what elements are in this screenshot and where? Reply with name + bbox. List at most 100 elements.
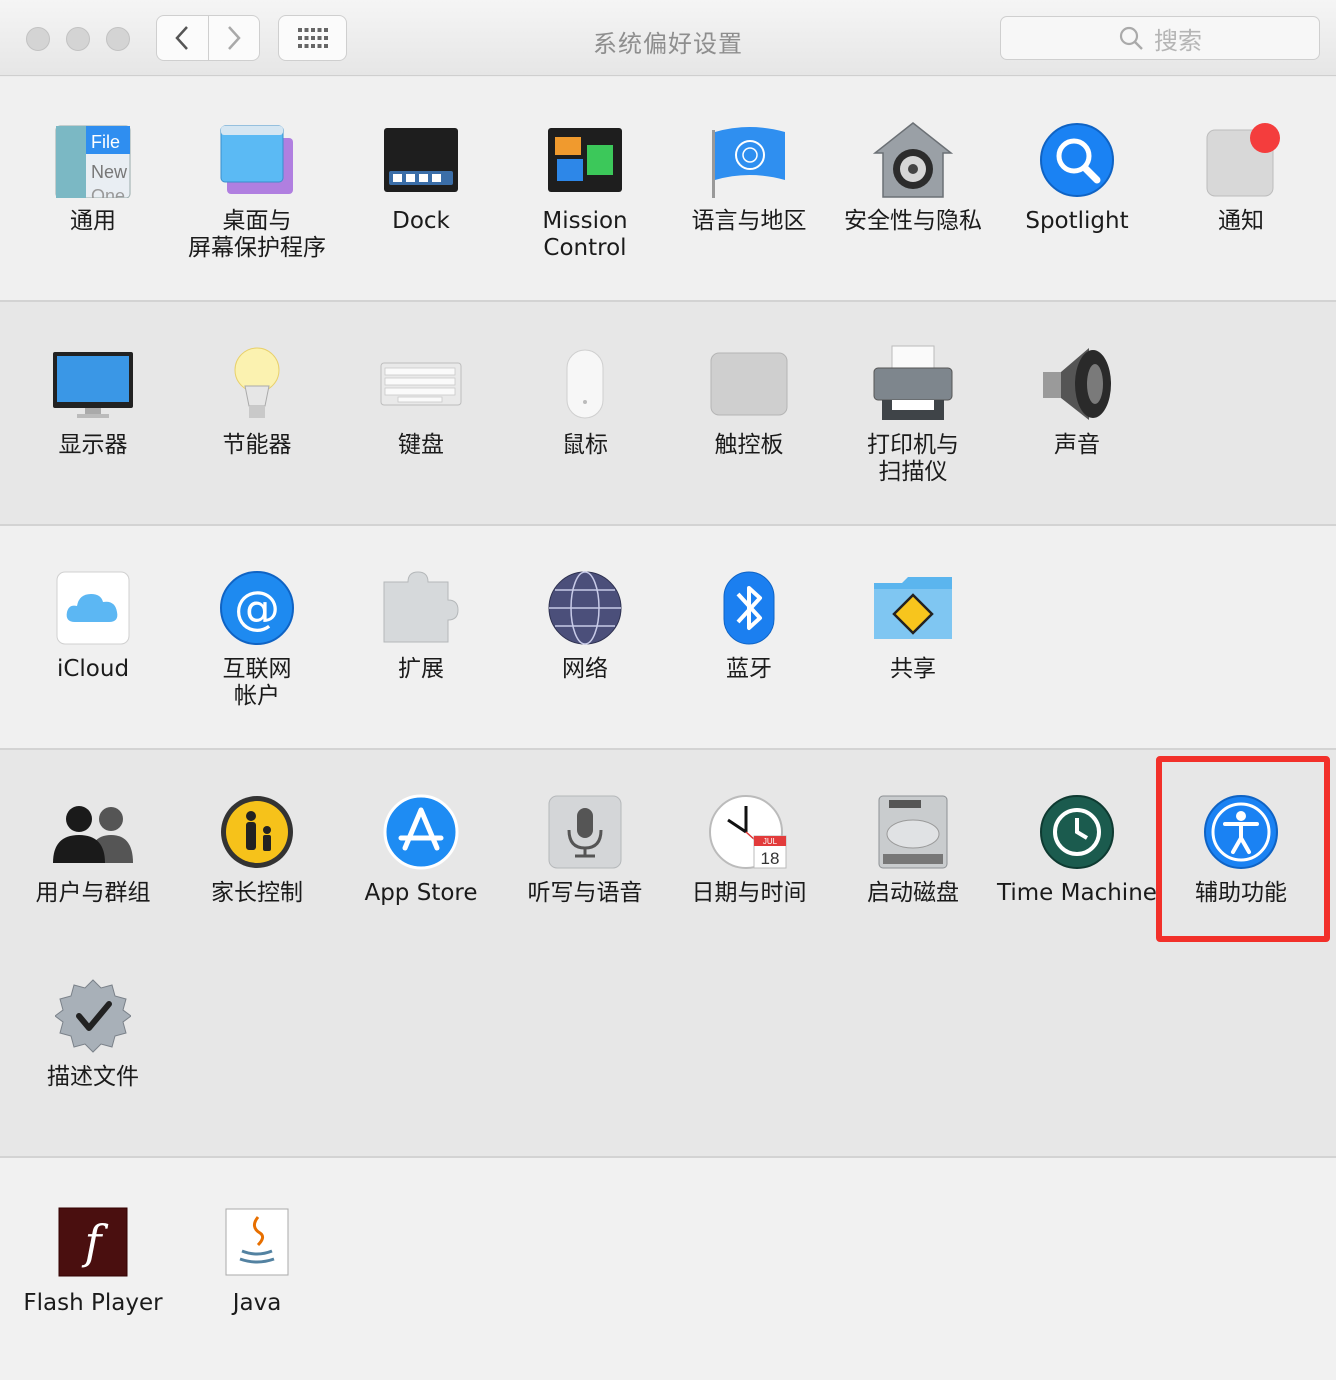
pane-label: 触控板 <box>714 432 784 458</box>
search-field[interactable]: 搜索 <box>1000 16 1320 60</box>
close-button[interactable] <box>26 27 50 51</box>
pane-label: 桌面与 屏幕保护程序 <box>188 208 326 261</box>
pane-label: Java <box>232 1290 282 1316</box>
pane-label: 启动磁盘 <box>867 880 959 906</box>
pane-energy-saver[interactable]: 节能器 <box>175 342 339 459</box>
pane-label: iCloud <box>56 656 130 682</box>
pane-extensions[interactable]: 扩展 <box>339 566 503 683</box>
pane-desktop-screensaver[interactable]: 桌面与 屏幕保护程序 <box>175 118 339 262</box>
hard-disk-icon <box>871 790 955 874</box>
back-button[interactable] <box>157 16 208 60</box>
pane-label: Mission Control <box>542 208 628 261</box>
show-all-button[interactable] <box>278 15 347 61</box>
pane-label: 鼠标 <box>562 432 608 458</box>
highlight-box <box>1156 756 1330 942</box>
chevron-left-icon <box>175 26 189 50</box>
puzzle-piece-icon <box>379 566 463 650</box>
profiles-badge-icon <box>51 974 135 1058</box>
sharing-folder-icon <box>871 566 955 650</box>
pane-profiles[interactable]: 描述文件 <box>11 974 175 1091</box>
pane-dictation-speech[interactable]: 听写与语音 <box>503 790 667 907</box>
pane-label: 通知 <box>1218 208 1264 234</box>
zoom-button[interactable] <box>106 27 130 51</box>
pane-label: Spotlight <box>1025 208 1129 234</box>
search-placeholder: 搜索 <box>1154 26 1202 55</box>
pane-dock[interactable]: Dock <box>339 118 503 235</box>
pane-label: 通用 <box>70 208 116 234</box>
back-forward-control <box>156 15 260 61</box>
security-house-icon <box>871 118 955 202</box>
pane-bluetooth[interactable]: 蓝牙 <box>667 566 831 683</box>
svg-text:One: One <box>91 186 125 198</box>
pane-label: 显示器 <box>58 432 128 458</box>
pane-trackpad[interactable]: 触控板 <box>667 342 831 459</box>
pane-mission-control[interactable]: Mission Control <box>503 118 667 262</box>
microphone-icon <box>543 790 627 874</box>
bluetooth-icon <box>707 566 791 650</box>
light-bulb-icon <box>215 342 299 426</box>
dock-icon <box>379 118 463 202</box>
pane-security-privacy[interactable]: 安全性与隐私 <box>831 118 995 235</box>
minimize-button[interactable] <box>66 27 90 51</box>
pane-icloud[interactable]: iCloud <box>11 566 175 683</box>
java-icon <box>215 1200 299 1284</box>
svg-text:18: 18 <box>761 849 780 868</box>
window-titlebar: 系统偏好设置 搜索 <box>0 0 1336 76</box>
pane-label: 听写与语音 <box>527 880 643 906</box>
chevron-right-icon <box>227 26 241 50</box>
pane-date-time[interactable]: JUL 18 日期与时间 <box>667 790 831 907</box>
pane-spotlight[interactable]: Spotlight <box>995 118 1159 235</box>
svg-text:@: @ <box>234 581 280 635</box>
pane-language-region[interactable]: 语言与地区 <box>667 118 831 235</box>
flash-player-icon: f <box>51 1200 135 1284</box>
grid-icon <box>297 28 328 48</box>
general-icon: File New One <box>51 118 135 202</box>
pane-app-store[interactable]: App Store <box>339 790 503 907</box>
icloud-icon <box>51 566 135 650</box>
pane-label: 蓝牙 <box>726 656 772 682</box>
pane-label: 家长控制 <box>211 880 303 906</box>
pane-label: 日期与时间 <box>691 880 807 906</box>
at-sign-icon: @ <box>215 566 299 650</box>
pane-time-machine[interactable]: Time Machine <box>995 790 1159 907</box>
pane-general[interactable]: File New One 通用 <box>11 118 175 235</box>
notifications-icon <box>1199 118 1283 202</box>
pane-parental-controls[interactable]: 家长控制 <box>175 790 339 907</box>
globe-icon <box>543 566 627 650</box>
pane-label: 语言与地区 <box>691 208 807 234</box>
speaker-icon <box>1035 342 1119 426</box>
pane-sharing[interactable]: 共享 <box>831 566 995 683</box>
time-machine-icon <box>1035 790 1119 874</box>
pane-label: 互联网 帐户 <box>222 656 292 709</box>
pane-label: Time Machine <box>997 880 1157 906</box>
un-flag-icon <box>707 118 791 202</box>
users-icon <box>51 790 135 874</box>
spotlight-icon <box>1035 118 1119 202</box>
pane-users-groups[interactable]: 用户与群组 <box>11 790 175 907</box>
pane-keyboard[interactable]: 键盘 <box>339 342 503 459</box>
pane-network[interactable]: 网络 <box>503 566 667 683</box>
pane-label: 共享 <box>890 656 936 682</box>
pane-sound[interactable]: 声音 <box>995 342 1159 459</box>
svg-text:File: File <box>91 132 120 152</box>
svg-text:JUL: JUL <box>763 837 778 846</box>
pane-flash-player[interactable]: f Flash Player <box>11 1200 175 1317</box>
app-store-icon <box>379 790 463 874</box>
pane-label: 安全性与隐私 <box>844 208 982 234</box>
pane-notifications[interactable]: 通知 <box>1159 118 1323 235</box>
pane-label: 键盘 <box>398 432 444 458</box>
forward-button[interactable] <box>207 16 260 60</box>
pane-displays[interactable]: 显示器 <box>11 342 175 459</box>
pane-label: 打印机与 扫描仪 <box>867 432 959 485</box>
pane-mouse[interactable]: 鼠标 <box>503 342 667 459</box>
pane-label: Dock <box>392 208 450 234</box>
pane-label: 声音 <box>1054 432 1100 458</box>
pane-printers-scanners[interactable]: 打印机与 扫描仪 <box>831 342 995 486</box>
window-title: 系统偏好设置 <box>593 30 743 58</box>
desktop-screensaver-icon <box>215 118 299 202</box>
pane-internet-accounts[interactable]: @ 互联网 帐户 <box>175 566 339 710</box>
pane-startup-disk[interactable]: 启动磁盘 <box>831 790 995 907</box>
pane-label: 节能器 <box>222 432 292 458</box>
mission-control-icon <box>543 118 627 202</box>
pane-java[interactable]: Java <box>175 1200 339 1317</box>
